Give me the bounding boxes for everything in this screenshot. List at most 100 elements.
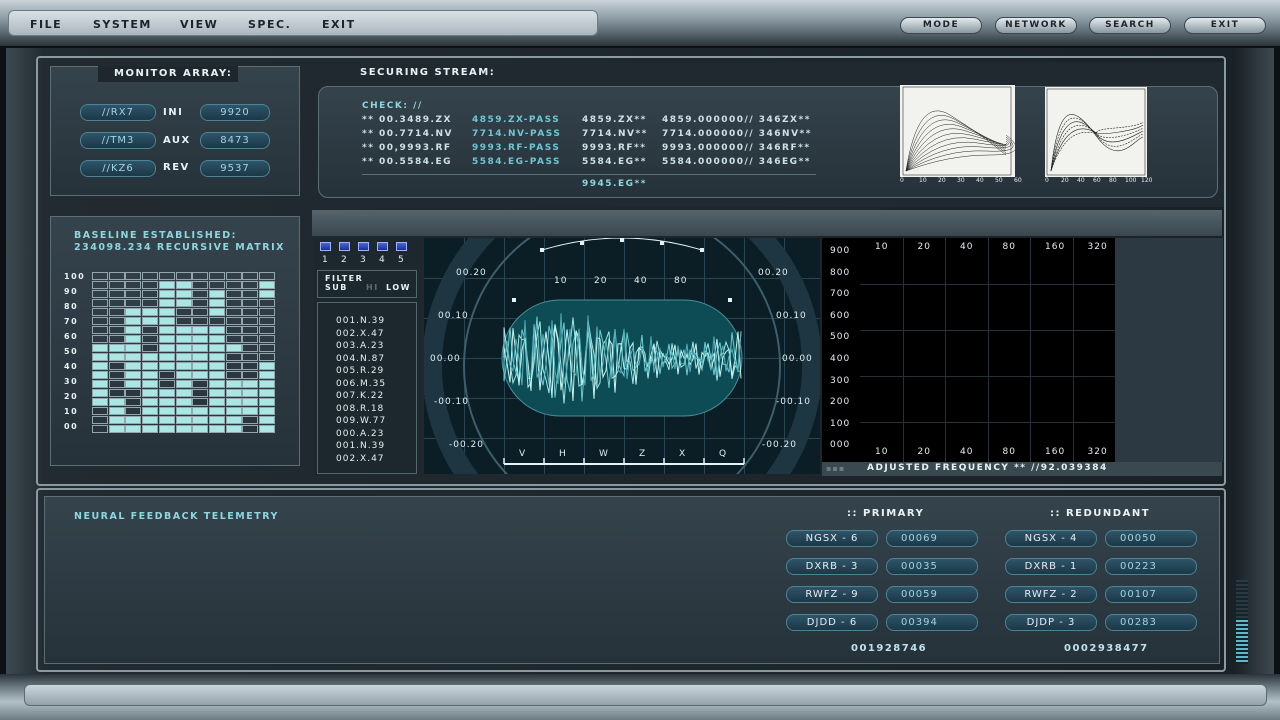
- search-button[interactable]: SEARCH: [1089, 17, 1171, 34]
- matrix-cell: [92, 389, 108, 397]
- matrix-cell: [158, 398, 175, 406]
- freq-ytick: 500: [830, 332, 851, 343]
- filter-sub[interactable]: SUB: [325, 283, 348, 292]
- filter-list-item[interactable]: 002.X.47: [336, 329, 385, 339]
- menu-system[interactable]: SYSTEM: [93, 18, 152, 31]
- scope-top-tick: 20: [594, 276, 608, 286]
- stream-cell: 4859.ZX-PASS: [472, 115, 561, 125]
- freq-ytick: 100: [830, 418, 851, 429]
- filter-list-item[interactable]: 008.R.18: [336, 404, 384, 414]
- primary-channel-id[interactable]: DXRB - 3: [786, 558, 878, 575]
- matrix-cell: [92, 416, 108, 424]
- channel-toggle[interactable]: [320, 242, 331, 251]
- monitor-id-rx7[interactable]: //RX7: [80, 104, 156, 121]
- matrix-cell: [225, 380, 242, 388]
- matrix-ytick: 50: [64, 347, 79, 356]
- filter-list-item[interactable]: 004.N.87: [336, 354, 385, 364]
- matrix-cell: [242, 416, 259, 424]
- filter-list-item[interactable]: 001.N.39: [336, 441, 385, 451]
- thumb2-xtick: 120: [1141, 177, 1153, 184]
- channel-label: 4: [379, 255, 385, 265]
- matrix-cell: [92, 425, 108, 433]
- mode-button[interactable]: MODE: [900, 17, 982, 34]
- matrix-cell: [142, 326, 159, 334]
- menu-file[interactable]: FILE: [30, 18, 62, 31]
- filter-list-item[interactable]: 000.A.23: [336, 429, 384, 439]
- freq-vline: [902, 238, 904, 462]
- filter-list-item[interactable]: 009.W.77: [336, 416, 386, 426]
- monitor-id-kz6[interactable]: //KZ6: [80, 160, 156, 177]
- redundant-channel-id[interactable]: DXRB - 1: [1005, 558, 1097, 575]
- monitor-value-rev[interactable]: 9537: [200, 160, 270, 177]
- channel-label: 2: [341, 255, 347, 265]
- matrix-cell: [142, 272, 159, 280]
- filter-list-item[interactable]: 002.X.47: [336, 454, 385, 464]
- redundant-channel-value[interactable]: 00050: [1105, 530, 1197, 547]
- network-button[interactable]: NETWORK: [995, 17, 1077, 34]
- exit-button[interactable]: EXIT: [1184, 17, 1266, 34]
- menu-view[interactable]: VIEW: [180, 18, 218, 31]
- matrix-cell: [108, 317, 125, 325]
- filter-list-item[interactable]: 003.A.23: [336, 341, 384, 351]
- matrix-cell: [242, 299, 259, 307]
- stream-cell: 4859.ZX**: [582, 115, 647, 125]
- freq-xtick-top: 20: [917, 242, 931, 252]
- matrix-cell: [208, 344, 225, 352]
- matrix-cell: [208, 290, 225, 298]
- primary-channel-id[interactable]: DJDD - 6: [786, 614, 878, 631]
- menu-exit[interactable]: EXIT: [322, 18, 356, 31]
- scope-marker: [700, 248, 704, 252]
- primary-channel-id[interactable]: RWFZ - 9: [786, 586, 878, 603]
- filter-list-item[interactable]: 007.K.22: [336, 391, 384, 401]
- filter-hi[interactable]: HI: [366, 283, 379, 292]
- matrix-cell: [208, 326, 225, 334]
- stream-cell: 7714.NV**: [582, 129, 648, 139]
- freq-hline: [860, 376, 1115, 377]
- filter-list-item[interactable]: 001.N.39: [336, 316, 385, 326]
- freq-ytick: 300: [830, 375, 851, 386]
- redundant-channel-value[interactable]: 00107: [1105, 586, 1197, 603]
- matrix-cell: [225, 362, 242, 370]
- filter-low[interactable]: LOW: [386, 283, 411, 292]
- primary-channel-value[interactable]: 00059: [886, 586, 978, 603]
- matrix-cell: [225, 407, 242, 415]
- matrix-cell: [192, 353, 209, 361]
- matrix-cell: [142, 407, 159, 415]
- matrix-cell: [208, 317, 225, 325]
- redundant-channel-value[interactable]: 00223: [1105, 558, 1197, 575]
- channel-toggle[interactable]: [358, 242, 369, 251]
- thumb2-xtick: 60: [1093, 177, 1101, 184]
- stream-check-label: CHECK: //: [362, 101, 423, 111]
- scope-marker: [660, 241, 664, 245]
- filter-list-item[interactable]: 006.M.35: [336, 379, 386, 389]
- redundant-channel-id[interactable]: RWFZ - 2: [1005, 586, 1097, 603]
- matrix-cell: [125, 326, 142, 334]
- redundant-channel-value[interactable]: 00283: [1105, 614, 1197, 631]
- redundant-channel-id[interactable]: DJDP - 3: [1005, 614, 1097, 631]
- matrix-cell: [142, 308, 159, 316]
- thumb1-xtick: 20: [938, 177, 946, 184]
- matrix-cell: [125, 272, 142, 280]
- telemetry-title: NEURAL FEEDBACK TELEMETRY: [74, 511, 279, 522]
- redundant-channel-id[interactable]: NGSX - 4: [1005, 530, 1097, 547]
- primary-channel-value[interactable]: 00394: [886, 614, 978, 631]
- monitor-value-ini[interactable]: 9920: [200, 104, 270, 121]
- primary-channel-value[interactable]: 00069: [886, 530, 978, 547]
- matrix-cell: [225, 335, 242, 343]
- matrix-cell: [242, 407, 259, 415]
- matrix-cell: [208, 416, 225, 424]
- menu-spec[interactable]: SPEC.: [248, 18, 291, 31]
- channel-toggle[interactable]: [339, 242, 350, 251]
- monitor-id-tm3[interactable]: //TM3: [80, 132, 156, 149]
- channel-toggle[interactable]: [396, 242, 407, 251]
- matrix-cell: [142, 344, 159, 352]
- monitor-value-aux[interactable]: 8473: [200, 132, 270, 149]
- matrix-cell: [142, 281, 159, 289]
- matrix-cell: [208, 371, 225, 379]
- matrix-cell: [125, 371, 142, 379]
- primary-channel-value[interactable]: 00035: [886, 558, 978, 575]
- primary-channel-id[interactable]: NGSX - 6: [786, 530, 878, 547]
- channel-toggle[interactable]: [377, 242, 388, 251]
- filter-list-item[interactable]: 005.R.29: [336, 366, 384, 376]
- matrix-cell: [158, 326, 175, 334]
